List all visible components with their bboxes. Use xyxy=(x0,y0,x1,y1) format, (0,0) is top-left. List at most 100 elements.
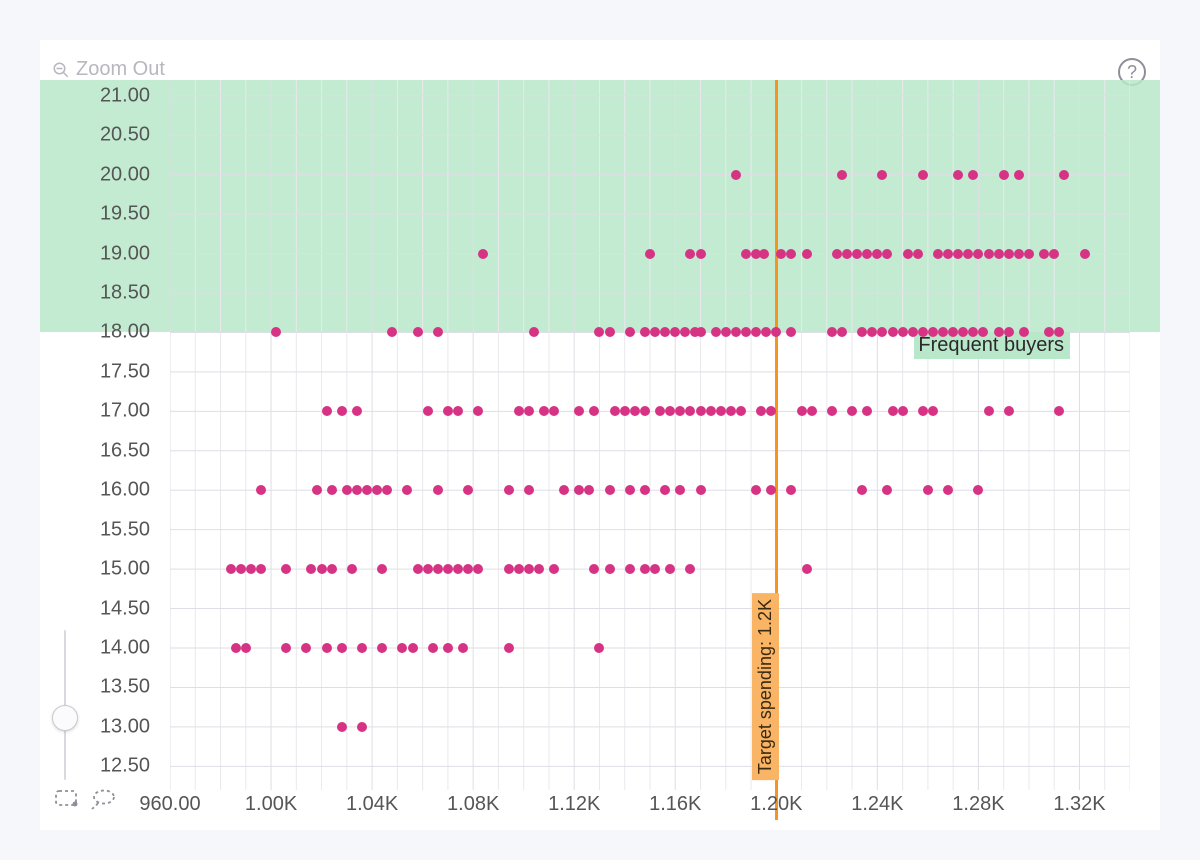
data-point[interactable] xyxy=(397,643,407,653)
data-point[interactable] xyxy=(256,485,266,495)
data-point[interactable] xyxy=(433,485,443,495)
data-point[interactable] xyxy=(756,406,766,416)
data-point[interactable] xyxy=(670,327,680,337)
data-point[interactable] xyxy=(256,564,266,574)
data-point[interactable] xyxy=(453,564,463,574)
data-point[interactable] xyxy=(696,249,706,259)
data-point[interactable] xyxy=(711,327,721,337)
data-point[interactable] xyxy=(352,485,362,495)
data-point[interactable] xyxy=(968,170,978,180)
data-point[interactable] xyxy=(973,485,983,495)
data-point[interactable] xyxy=(1059,170,1069,180)
data-point[interactable] xyxy=(534,564,544,574)
data-point[interactable] xyxy=(514,406,524,416)
data-point[interactable] xyxy=(423,406,433,416)
data-point[interactable] xyxy=(721,327,731,337)
data-point[interactable] xyxy=(433,327,443,337)
data-point[interactable] xyxy=(888,406,898,416)
data-point[interactable] xyxy=(766,406,776,416)
data-point[interactable] xyxy=(408,643,418,653)
data-point[interactable] xyxy=(1014,170,1024,180)
data-point[interactable] xyxy=(342,485,352,495)
data-point[interactable] xyxy=(984,249,994,259)
data-point[interactable] xyxy=(504,643,514,653)
data-point[interactable] xyxy=(594,327,604,337)
data-point[interactable] xyxy=(327,485,337,495)
data-point[interactable] xyxy=(529,327,539,337)
data-point[interactable] xyxy=(655,406,665,416)
data-point[interactable] xyxy=(589,406,599,416)
data-point[interactable] xyxy=(524,485,534,495)
data-point[interactable] xyxy=(685,249,695,259)
data-point[interactable] xyxy=(1080,249,1090,259)
data-point[interactable] xyxy=(574,406,584,416)
data-point[interactable] xyxy=(605,327,615,337)
data-point[interactable] xyxy=(837,170,847,180)
data-point[interactable] xyxy=(246,564,256,574)
data-point[interactable] xyxy=(1044,327,1054,337)
data-point[interactable] xyxy=(842,249,852,259)
data-point[interactable] xyxy=(640,485,650,495)
data-point[interactable] xyxy=(963,249,973,259)
data-point[interactable] xyxy=(918,170,928,180)
data-point[interactable] xyxy=(706,406,716,416)
data-point[interactable] xyxy=(908,327,918,337)
data-point[interactable] xyxy=(413,564,423,574)
data-point[interactable] xyxy=(938,327,948,337)
data-point[interactable] xyxy=(973,249,983,259)
data-point[interactable] xyxy=(236,564,246,574)
data-point[interactable] xyxy=(761,327,771,337)
data-point[interactable] xyxy=(994,327,1004,337)
data-point[interactable] xyxy=(660,327,670,337)
data-point[interactable] xyxy=(832,249,842,259)
data-point[interactable] xyxy=(766,485,776,495)
data-point[interactable] xyxy=(1014,249,1024,259)
data-point[interactable] xyxy=(640,406,650,416)
data-point[interactable] xyxy=(645,249,655,259)
data-point[interactable] xyxy=(1054,327,1064,337)
data-point[interactable] xyxy=(675,406,685,416)
data-point[interactable] xyxy=(1004,406,1014,416)
data-point[interactable] xyxy=(620,406,630,416)
data-point[interactable] xyxy=(640,564,650,574)
data-point[interactable] xyxy=(433,564,443,574)
data-point[interactable] xyxy=(978,327,988,337)
data-point[interactable] xyxy=(857,485,867,495)
data-point[interactable] xyxy=(877,327,887,337)
data-point[interactable] xyxy=(524,406,534,416)
data-point[interactable] xyxy=(630,406,640,416)
data-point[interactable] xyxy=(428,643,438,653)
data-point[interactable] xyxy=(357,722,367,732)
data-point[interactable] xyxy=(1024,249,1034,259)
data-point[interactable] xyxy=(847,406,857,416)
data-point[interactable] xyxy=(807,406,817,416)
data-point[interactable] xyxy=(685,564,695,574)
data-point[interactable] xyxy=(751,485,761,495)
data-point[interactable] xyxy=(443,564,453,574)
data-point[interactable] xyxy=(827,406,837,416)
data-point[interactable] xyxy=(1054,406,1064,416)
data-point[interactable] xyxy=(999,170,1009,180)
data-point[interactable] xyxy=(771,327,781,337)
data-point[interactable] xyxy=(650,327,660,337)
data-point[interactable] xyxy=(584,485,594,495)
data-point[interactable] xyxy=(862,249,872,259)
data-point[interactable] xyxy=(877,170,887,180)
data-point[interactable] xyxy=(660,485,670,495)
data-point[interactable] xyxy=(696,485,706,495)
data-point[interactable] xyxy=(918,327,928,337)
data-point[interactable] xyxy=(625,564,635,574)
data-point[interactable] xyxy=(943,485,953,495)
data-point[interactable] xyxy=(549,564,559,574)
data-point[interactable] xyxy=(322,643,332,653)
data-point[interactable] xyxy=(463,564,473,574)
data-point[interactable] xyxy=(680,327,690,337)
data-point[interactable] xyxy=(837,327,847,337)
data-point[interactable] xyxy=(559,485,569,495)
data-point[interactable] xyxy=(984,406,994,416)
data-point[interactable] xyxy=(741,327,751,337)
data-point[interactable] xyxy=(478,249,488,259)
data-point[interactable] xyxy=(726,406,736,416)
data-point[interactable] xyxy=(958,327,968,337)
data-point[interactable] xyxy=(337,722,347,732)
